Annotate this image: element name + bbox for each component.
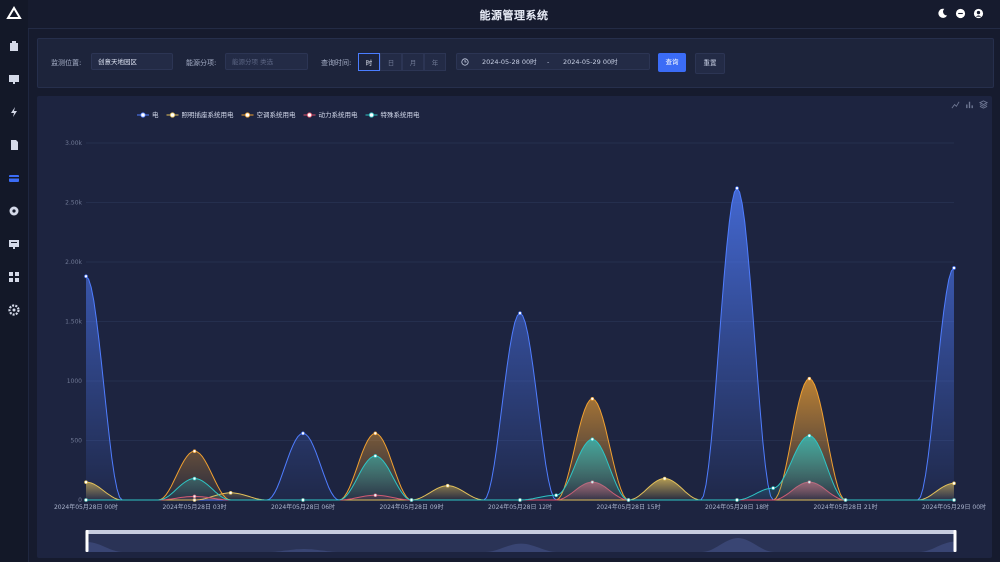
data-point[interactable] <box>952 498 956 502</box>
clock-icon <box>461 58 469 66</box>
data-point[interactable] <box>626 498 631 502</box>
monitor-icon[interactable] <box>8 73 20 85</box>
report-icon[interactable] <box>8 238 20 250</box>
data-zoom-handle[interactable] <box>953 530 957 552</box>
data-point[interactable] <box>192 476 197 481</box>
y-tick-label: 0 <box>78 497 82 504</box>
energy-chart: 0 500 1000 1.50k 2.00k 2.50k 3.00k 2024年05月28日 … <box>54 110 986 552</box>
location-label: 监测位置: <box>51 59 82 67</box>
y-tick-label: 2.00k <box>65 259 82 266</box>
y-tick-label: 2.50k <box>65 200 82 207</box>
unit-day-tab[interactable]: 日 <box>380 53 402 71</box>
legend-item[interactable]: 动力系统用电 <box>319 110 359 119</box>
data-point[interactable] <box>228 491 233 495</box>
grid-icon[interactable] <box>8 271 20 283</box>
x-tick-label: 2024年05月28日 03时 <box>162 503 226 511</box>
date-range-picker[interactable]: 2024-05-28 00时 - 2024-05-29 00时 <box>456 53 650 70</box>
data-point[interactable] <box>554 493 558 498</box>
x-tick-label: 2024年05月28日 15时 <box>596 503 660 511</box>
data-point[interactable] <box>301 498 305 502</box>
moon-icon[interactable] <box>937 8 948 19</box>
unit-month-tab[interactable]: 月 <box>402 53 424 71</box>
data-point[interactable] <box>518 311 522 315</box>
y-tick-label: 3.00k <box>65 140 82 147</box>
data-zoom-handle[interactable] <box>85 530 89 552</box>
stack-icon[interactable] <box>979 100 988 109</box>
end-time: 2024-05-29 00时 <box>563 58 618 66</box>
x-tick-label: 2024年05月28日 09时 <box>379 503 443 511</box>
data-point[interactable] <box>771 486 775 490</box>
data-point[interactable] <box>735 498 739 502</box>
data-zoom-track[interactable] <box>87 530 955 534</box>
unit-year-tab[interactable]: 年 <box>424 53 446 71</box>
legend-item[interactable]: 照明插座系统用电 <box>182 110 235 119</box>
lightning-icon[interactable] <box>8 106 20 118</box>
data-point[interactable] <box>807 433 812 438</box>
data-point[interactable] <box>373 454 378 458</box>
data-point[interactable] <box>301 431 305 436</box>
message-icon[interactable] <box>955 8 966 19</box>
x-tick-label: 2024年05月28日 12时 <box>488 503 552 511</box>
reset-button[interactable]: 重置 <box>695 53 725 74</box>
query-button[interactable]: 查询 <box>658 53 686 72</box>
x-tick-label: 2024年05月28日 00时 <box>54 503 118 511</box>
legend-marker-dot <box>169 112 176 118</box>
data-point[interactable] <box>373 431 378 436</box>
legend-marker-dot <box>306 112 313 118</box>
y-tick-label: 1000 <box>67 378 82 385</box>
start-time: 2024-05-28 00时 <box>482 58 537 66</box>
data-point[interactable] <box>952 266 956 270</box>
card-icon[interactable] <box>8 172 20 184</box>
data-point[interactable] <box>84 274 88 279</box>
data-point[interactable] <box>952 481 956 486</box>
x-tick-label: 2024年05月28日 06时 <box>271 503 335 511</box>
x-tick-label: 2024年05月28日 18时 <box>705 503 769 511</box>
range-separator: - <box>547 58 550 66</box>
y-tick-label: 500 <box>71 438 83 445</box>
category-label: 能源分项: <box>186 59 217 67</box>
location-select[interactable]: 创意天地园区 <box>91 53 173 70</box>
legend-item[interactable]: 特殊系统用电 <box>381 110 421 119</box>
document-icon[interactable] <box>8 139 20 151</box>
time-label: 查询时间: <box>321 59 352 67</box>
chart-panel: 0 500 1000 1.50k 2.00k 2.50k 3.00k 2024年05月28日 … <box>37 96 992 558</box>
legend-item[interactable]: 电 <box>152 110 159 119</box>
category-select[interactable]: 能源分项 类选 <box>225 53 308 70</box>
unit-hour-tab[interactable]: 时 <box>358 53 380 71</box>
legend-marker-dot <box>368 112 375 118</box>
y-tick-label: 1.50k <box>65 319 82 326</box>
legend-marker-dot <box>244 112 251 118</box>
data-point[interactable] <box>84 498 88 502</box>
data-point[interactable] <box>518 498 522 502</box>
data-point[interactable] <box>843 498 848 502</box>
line-chart-icon[interactable] <box>951 100 960 109</box>
sidebar <box>0 0 29 562</box>
data-point[interactable] <box>807 376 812 381</box>
user-icon[interactable] <box>973 8 984 19</box>
logo-icon <box>6 6 22 19</box>
top-header: 能源管理系统 <box>28 0 1000 29</box>
data-point[interactable] <box>409 498 414 502</box>
data-point[interactable] <box>590 397 595 401</box>
settings-icon[interactable] <box>8 304 20 316</box>
legend-marker-dot <box>140 112 146 118</box>
legend-item[interactable]: 空调系统用电 <box>257 110 297 119</box>
building-icon[interactable] <box>8 40 20 52</box>
data-point[interactable] <box>445 483 450 488</box>
data-point[interactable] <box>662 476 667 481</box>
data-point[interactable] <box>192 449 197 454</box>
data-point[interactable] <box>590 437 595 442</box>
x-tick-label: 2024年05月28日 21时 <box>813 503 877 511</box>
bar-chart-icon[interactable] <box>965 100 974 109</box>
data-point[interactable] <box>84 480 88 484</box>
filter-bar: 监测位置: 创意天地园区 能源分项: 能源分项 类选 查询时间: 时 日 月 年… <box>37 38 994 88</box>
x-tick-label: 2024年05月29日 00时 <box>922 503 986 511</box>
data-point[interactable] <box>735 186 739 191</box>
app-title: 能源管理系统 <box>479 9 549 22</box>
location-icon[interactable] <box>8 205 20 217</box>
